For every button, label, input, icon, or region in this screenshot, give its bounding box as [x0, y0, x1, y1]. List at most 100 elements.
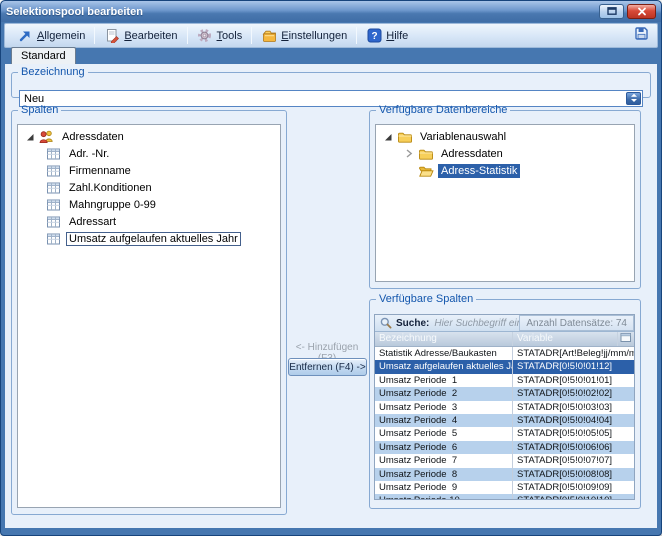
search-label: Suche:	[396, 318, 429, 329]
maximize-restore-button[interactable]	[599, 4, 624, 19]
grid-cell-bezeichnung: Umsatz Periode 5	[375, 427, 513, 440]
grid-row[interactable]: Umsatz Periode 7STATADR[0!5!0!07!07]	[375, 454, 634, 467]
grid-row[interactable]: Umsatz Periode 2STATADR[0!5!0!02!02]	[375, 387, 634, 400]
tree-node-umsatz-aufgelaufen-aktuelles-jahr[interactable]: Umsatz aufgelaufen aktuelles Jahr	[18, 230, 280, 247]
datenbereiche-listbox: Variablenauswahl Adressdaten Adress-Stati…	[375, 124, 635, 282]
tab-strip: Standard	[5, 47, 657, 64]
datenbereiche-tree-children: Adressdaten Adress-Statistik	[376, 145, 634, 179]
help-icon: ?	[366, 28, 382, 44]
grid-row[interactable]: Umsatz Periode 3STATADR[0!5!0!03!03]	[375, 401, 634, 414]
grid-cell-bezeichnung: Umsatz Periode 3	[375, 401, 513, 414]
column-header-bezeichnung[interactable]: Bezeichnung	[375, 332, 513, 346]
grid-cell-bezeichnung: Umsatz Periode 1	[375, 374, 513, 387]
table-icon	[45, 231, 62, 246]
column-chooser-icon	[620, 332, 632, 346]
tree-indent-spacer	[403, 165, 415, 177]
collapse-chevron-icon[interactable]	[403, 148, 415, 160]
tree-node-mahngruppe-0-99[interactable]: Mahngruppe 0-99	[18, 196, 280, 213]
grid-header: Bezeichnung Variable	[375, 332, 634, 347]
grid-cell-variable: STATADR[0!5!0!10!10]	[513, 494, 634, 500]
grid-cell-variable: STATADR[0!5!0!03!03]	[513, 401, 634, 414]
column-header-variable[interactable]: Variable	[513, 332, 618, 346]
tab-standard[interactable]: Standard	[11, 47, 76, 64]
tree-node-label: Adressart	[66, 215, 119, 229]
grid-cell-bezeichnung: Statistik Adresse/Baukasten	[375, 347, 513, 360]
tree-node-label: Zahl.Konditionen	[66, 181, 155, 195]
verfuegbare-spalten-group-title: Verfügbare Spalten	[376, 293, 476, 305]
grid-cell-variable: STATADR[0!5!0!07!07]	[513, 454, 634, 467]
close-button[interactable]	[627, 4, 656, 19]
grid-cell-variable: STATADR[0!5!0!08!08]	[513, 468, 634, 481]
grid-cell-bezeichnung: Umsatz aufgelaufen aktuelles Jahr	[375, 360, 513, 373]
grid-cell-bezeichnung: Umsatz Periode 7	[375, 454, 513, 467]
grid-cell-variable: STATADR[0!5!0!06!06]	[513, 441, 634, 454]
search-icon	[379, 316, 393, 330]
tree-node-zahl-konditionen[interactable]: Zahl.Konditionen	[18, 179, 280, 196]
grid-row[interactable]: Umsatz Periode 9STATADR[0!5!0!09!09]	[375, 481, 634, 494]
grid-row[interactable]: Umsatz Periode 5STATADR[0!5!0!05!05]	[375, 427, 634, 440]
grid-cell-bezeichnung: Umsatz Periode 6	[375, 441, 513, 454]
tree-node-variablenauswahl[interactable]: Variablenauswahl	[376, 128, 634, 145]
datenbereiche-group-title: Verfügbare Datenbereiche	[376, 104, 510, 116]
save-button[interactable]	[631, 25, 652, 47]
toolbar-button-einstellungen[interactable]: Einstellungen	[254, 26, 354, 46]
toolbar-button-allgemein[interactable]: Allgemein	[10, 26, 92, 46]
tree-node-label: Adress-Statistik	[438, 164, 520, 178]
tree-node-firmenname[interactable]: Firmenname	[18, 162, 280, 179]
grid-row[interactable]: Umsatz Periode 10STATADR[0!5!0!10!10]	[375, 494, 634, 500]
tree-node-adressdaten[interactable]: Adressdaten	[376, 145, 634, 162]
toolbar: Allgemein Bearbeiten Tools Einstellungen? Hi…	[4, 23, 658, 48]
window-title: Selektionspool bearbeiten	[6, 6, 143, 18]
grid-row[interactable]: Umsatz Periode 4STATADR[0!5!0!04!04]	[375, 414, 634, 427]
content-panel: Bezeichnung Neu Spalten Adressdaten Adr.…	[5, 64, 657, 528]
tree-node-label: Variablenauswahl	[417, 130, 509, 144]
tree-node-label: Umsatz aufgelaufen aktuelles Jahr	[66, 232, 241, 246]
tree-node-adressart[interactable]: Adressart	[18, 213, 280, 230]
remove-button[interactable]: Entfernen (F4) ->	[288, 358, 367, 376]
column-chooser-button[interactable]	[618, 332, 634, 346]
selektionspool-window: Selektionspool bearbeiten Allgemein Bearb…	[0, 0, 662, 536]
grid-row[interactable]: Umsatz aufgelaufen aktuelles JahrSTATADR…	[375, 360, 634, 373]
grid-cell-bezeichnung: Umsatz Periode 8	[375, 468, 513, 481]
titlebar[interactable]: Selektionspool bearbeiten	[1, 1, 661, 22]
grid-cell-bezeichnung: Umsatz Periode 4	[375, 414, 513, 427]
folder-closed-icon	[417, 146, 434, 161]
grid-cell-variable: STATADR[0!5!0!05!05]	[513, 427, 634, 440]
tree-node-adress-statistik[interactable]: Adress-Statistik	[376, 162, 634, 179]
toolbar-items: Allgemein Bearbeiten Tools Einstellungen? Hi…	[10, 24, 415, 47]
tree-node-adr-nr-[interactable]: Adr. -Nr.	[18, 145, 280, 162]
bezeichnung-group: Bezeichnung Neu	[11, 66, 651, 98]
toolbar-separator	[94, 27, 95, 44]
expand-triangle-icon[interactable]	[24, 131, 36, 143]
folder-open-icon	[417, 163, 434, 178]
toolbar-button-label: Allgemein	[37, 30, 85, 42]
search-input[interactable]: Hier Suchbegriff einge	[434, 318, 519, 329]
grid-row[interactable]: Statistik Adresse/BaukastenSTATADR[Art!B…	[375, 347, 634, 360]
tree-node-label: Firmenname	[66, 164, 134, 178]
available-columns-grid: Suche: Hier Suchbegriff einge Anzahl Dat…	[374, 314, 635, 500]
tree-node-label: Adressdaten	[59, 130, 127, 144]
grid-row[interactable]: Umsatz Periode 8STATADR[0!5!0!08!08]	[375, 468, 634, 481]
expand-triangle-icon[interactable]	[382, 131, 394, 143]
grid-cell-variable: STATADR[Art!Beleg!jj/mm/m	[513, 347, 634, 360]
grid-row[interactable]: Umsatz Periode 1STATADR[0!5!0!01!01]	[375, 374, 634, 387]
grid-cell-bezeichnung: Umsatz Periode 2	[375, 387, 513, 400]
toolbar-button-label: Tools	[217, 30, 243, 42]
table-icon	[45, 214, 62, 229]
grid-row[interactable]: Umsatz Periode 6STATADR[0!5!0!06!06]	[375, 441, 634, 454]
toolbar-button-tools[interactable]: Tools	[190, 26, 250, 46]
arrow-up-right-icon	[17, 28, 33, 44]
toolbar-button-label: Hilfe	[386, 30, 408, 42]
restore-icon	[606, 3, 618, 21]
toolbar-button-bearbeiten[interactable]: Bearbeiten	[97, 26, 184, 46]
users-icon	[38, 129, 55, 144]
tree-node-adressdaten[interactable]: Adressdaten	[18, 128, 280, 145]
table-icon	[45, 163, 62, 178]
bezeichnung-group-title: Bezeichnung	[18, 66, 88, 78]
verfuegbare-spalten-group: Verfügbare Spalten Suche: Hier Suchbegri…	[369, 293, 641, 509]
spalten-tree-children: Adr. -Nr. Firmenname Zahl.KonditionenMahng…	[18, 145, 280, 247]
datenbereiche-group: Verfügbare Datenbereiche Variablenauswah…	[369, 104, 641, 289]
toolbar-button-hilfe[interactable]: ? Hilfe	[359, 26, 415, 46]
grid-cell-variable: STATADR[0!5!0!01!01]	[513, 374, 634, 387]
toolbar-separator	[187, 27, 188, 44]
